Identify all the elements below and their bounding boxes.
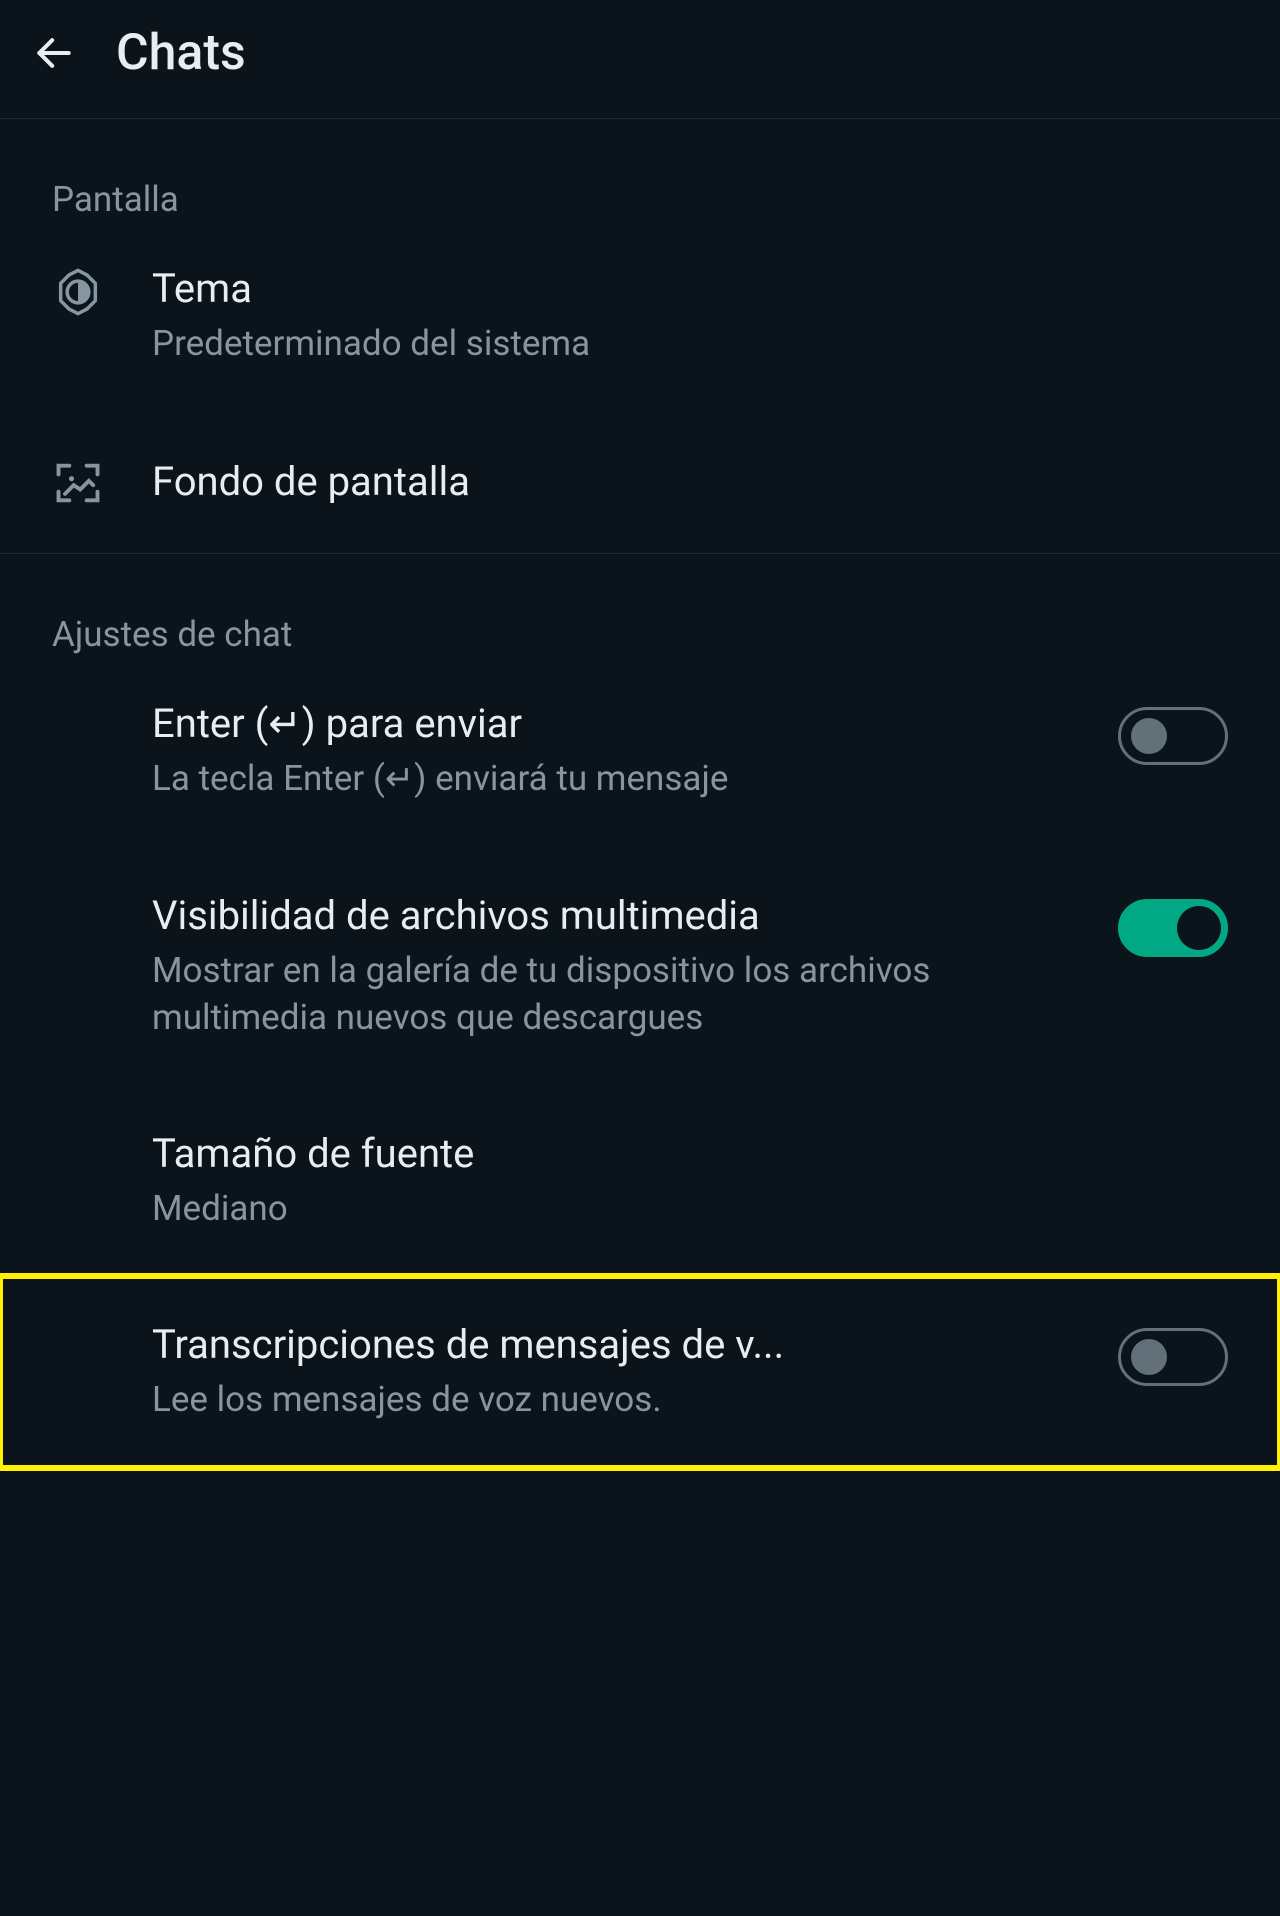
row-font-size[interactable]: Tamaño de fuente Mediano <box>0 1085 1280 1276</box>
media-visibility-title: Visibilidad de archivos multimedia <box>152 891 1098 941</box>
back-button[interactable] <box>32 31 88 75</box>
spacer-icon <box>52 891 152 893</box>
row-media-visibility[interactable]: Visibilidad de archivos multimedia Mostr… <box>0 847 1280 1086</box>
row-theme[interactable]: Tema Predeterminado del sistema <box>0 220 1280 411</box>
voice-transcriptions-desc: Lee los mensajes de voz nuevos. <box>152 1376 1098 1423</box>
toggle-knob <box>1131 718 1167 754</box>
spacer-icon <box>52 1129 152 1131</box>
enter-to-send-desc: La tecla Enter (↵) enviará tu mensaje <box>152 755 1098 802</box>
font-size-title: Tamaño de fuente <box>152 1129 1208 1179</box>
arrow-left-icon <box>32 31 76 75</box>
wallpaper-icon <box>52 455 152 509</box>
row-enter-to-send[interactable]: Enter (↵) para enviar La tecla Enter (↵)… <box>0 655 1280 846</box>
spacer-icon <box>52 699 152 701</box>
row-voice-transcriptions[interactable]: Transcripciones de mensajes de v... Lee … <box>0 1276 1280 1467</box>
page-title: Chats <box>116 24 246 82</box>
font-size-desc: Mediano <box>152 1185 1208 1232</box>
voice-transcriptions-title: Transcripciones de mensajes de v... <box>152 1320 1098 1370</box>
toggle-enter-to-send[interactable] <box>1118 707 1228 765</box>
wallpaper-title: Fondo de pantalla <box>152 457 1208 507</box>
toggle-knob <box>1177 906 1221 950</box>
toggle-voice-transcriptions[interactable] <box>1118 1328 1228 1386</box>
enter-to-send-title: Enter (↵) para enviar <box>152 699 1098 749</box>
header: Chats <box>0 0 1280 119</box>
theme-title: Tema <box>152 264 1208 314</box>
section-chat-settings: Ajustes de chat Enter (↵) para enviar La… <box>0 554 1280 1467</box>
toggle-knob <box>1131 1339 1167 1375</box>
row-wallpaper[interactable]: Fondo de pantalla <box>0 411 1280 553</box>
toggle-media-visibility[interactable] <box>1118 899 1228 957</box>
theme-desc: Predeterminado del sistema <box>152 320 1208 367</box>
theme-icon <box>52 264 152 318</box>
section-display: Pantalla Tema Predeterminado del sistema <box>0 119 1280 553</box>
section-header-display: Pantalla <box>0 119 1280 220</box>
media-visibility-desc: Mostrar en la galería de tu dispositivo … <box>152 947 1098 1042</box>
section-header-chat-settings: Ajustes de chat <box>0 554 1280 655</box>
spacer-icon <box>52 1320 152 1322</box>
